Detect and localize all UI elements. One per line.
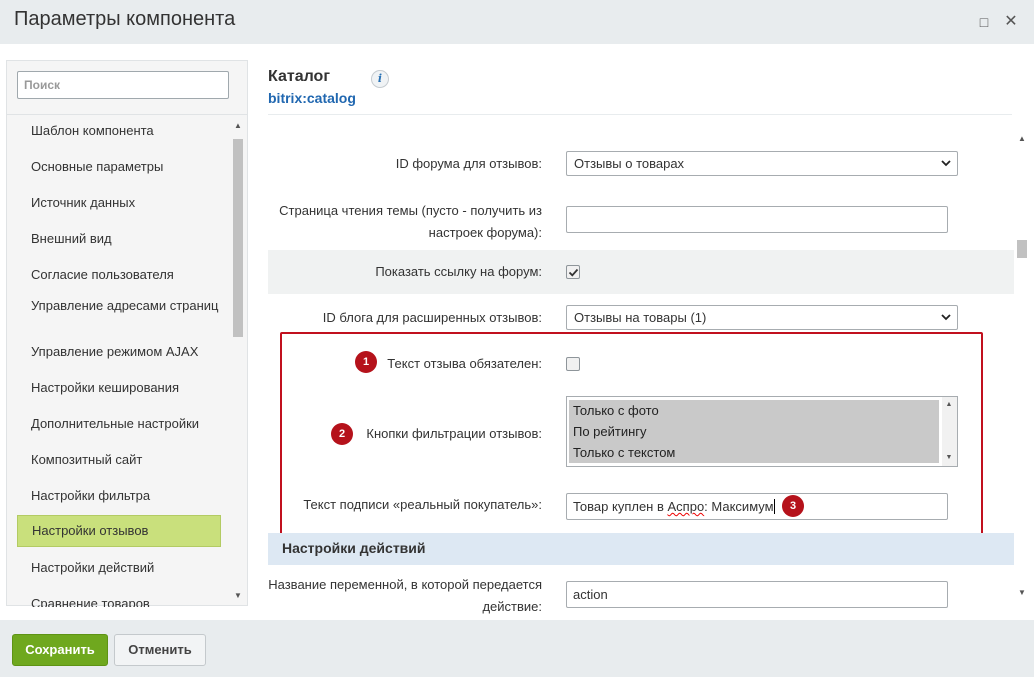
buyer-caption-prefix: Товар куплен в <box>573 499 668 514</box>
sidebar-item-cache[interactable]: Настройки кеширования <box>17 380 221 396</box>
dialog-content: Шаблон компонента Основные параметры Ист… <box>0 44 1034 620</box>
section-actions-header: Настройки действий <box>268 533 1014 565</box>
sidebar-scrollbar[interactable]: ▲ ▼ <box>231 117 245 605</box>
close-icon[interactable]: ✕ <box>1003 14 1019 30</box>
filter-option-rating[interactable]: По рейтингу <box>569 421 939 442</box>
component-title: Каталог <box>268 68 330 85</box>
buyer-caption-brand: Аспро <box>667 499 705 514</box>
listbox-scrollbar[interactable]: ▲ ▼ <box>942 397 957 466</box>
sidebar-list: Шаблон компонента Основные параметры Ист… <box>7 115 233 607</box>
section-actions-title: Настройки действий <box>282 540 426 556</box>
chevron-down-icon <box>941 160 951 167</box>
buyer-caption-label: Текст подписи «реальный покупатель»: <box>303 497 542 512</box>
blog-id-select[interactable]: Отзывы на товары (1) <box>566 305 958 330</box>
scroll-down-icon[interactable]: ▼ <box>942 451 956 465</box>
sidebar-item-actions[interactable]: Настройки действий <box>17 560 221 576</box>
sidebar-item-user-consent[interactable]: Согласие пользователя <box>17 267 221 283</box>
cancel-button[interactable]: Отменить <box>114 634 206 666</box>
sidebar-item-basic[interactable]: Основные параметры <box>17 159 221 175</box>
review-text-required-label: Текст отзыва обязателен: <box>387 356 542 371</box>
scroll-up-icon[interactable]: ▲ <box>942 398 956 412</box>
filter-option-photo[interactable]: Только с фото <box>569 400 939 421</box>
show-forum-link-label: Показать ссылку на форум: <box>375 264 542 279</box>
scroll-up-icon[interactable]: ▲ <box>1015 132 1029 146</box>
sidebar: Шаблон компонента Основные параметры Ист… <box>6 60 248 607</box>
annotation-badge-3: 3 <box>782 495 804 517</box>
forum-id-select[interactable]: Отзывы о товарах <box>566 151 958 176</box>
sidebar-item-compare[interactable]: Сравнение товаров <box>17 596 221 607</box>
scroll-down-icon[interactable]: ▼ <box>1015 586 1029 600</box>
sidebar-item-template[interactable]: Шаблон компонента <box>17 123 221 139</box>
show-forum-link-checkbox[interactable] <box>566 265 580 279</box>
sidebar-item-appearance[interactable]: Внешний вид <box>17 231 221 247</box>
buyer-caption-suffix: : Максимум <box>704 499 774 514</box>
forum-id-label: ID форума для отзывов: <box>395 156 542 171</box>
annotation-badge-2: 2 <box>331 423 353 445</box>
sidebar-item-additional[interactable]: Дополнительные настройки <box>17 416 221 432</box>
scroll-up-icon[interactable]: ▲ <box>231 119 245 133</box>
search-input[interactable] <box>17 71 229 99</box>
buyer-caption-input[interactable]: Товар куплен в Аспро: Максимум <box>566 493 948 520</box>
sidebar-item-url-management[interactable]: Управление адресами страниц <box>17 298 221 314</box>
info-icon[interactable]: i <box>371 70 389 88</box>
scroll-down-icon[interactable]: ▼ <box>231 589 245 603</box>
dialog-footer: Сохранить Отменить <box>0 620 1034 677</box>
sidebar-item-composite[interactable]: Композитный сайт <box>17 452 221 468</box>
blog-id-value: Отзывы на товары (1) <box>574 310 707 325</box>
topic-page-label: Страница чтения темы (пусто - получить и… <box>279 203 542 240</box>
action-variable-label: Название переменной, в которой передаетс… <box>268 577 542 614</box>
chevron-down-icon <box>941 314 951 321</box>
filter-buttons-listbox[interactable]: Только с фото По рейтингу Только с текст… <box>566 396 958 467</box>
sidebar-item-data-source[interactable]: Источник данных <box>17 195 221 211</box>
forum-id-value: Отзывы о товарах <box>574 156 685 171</box>
annotation-badge-1: 1 <box>355 351 377 373</box>
topic-page-input[interactable] <box>566 206 948 233</box>
header-divider <box>268 114 1012 115</box>
blog-id-label: ID блога для расширенных отзывов: <box>322 310 542 325</box>
review-text-required-checkbox[interactable] <box>566 357 580 371</box>
window-title: Параметры компонента <box>14 8 236 30</box>
window-titlebar: Параметры компонента □ ✕ <box>0 0 1034 44</box>
filter-option-text[interactable]: Только с текстом <box>569 442 939 463</box>
save-button[interactable]: Сохранить <box>12 634 108 666</box>
text-caret <box>773 499 775 514</box>
action-variable-input[interactable]: action <box>566 581 948 608</box>
sidebar-scroll-thumb[interactable] <box>233 139 243 337</box>
main-scroll-thumb[interactable] <box>1017 240 1027 258</box>
maximize-icon[interactable]: □ <box>976 14 992 30</box>
sidebar-item-reviews[interactable]: Настройки отзывов <box>17 515 221 547</box>
sidebar-item-filter[interactable]: Настройки фильтра <box>17 488 221 504</box>
component-code: bitrix:catalog <box>268 90 356 106</box>
sidebar-item-ajax[interactable]: Управление режимом AJAX <box>17 344 221 360</box>
main-scrollbar[interactable]: ▲ ▼ <box>1014 130 1030 604</box>
check-icon <box>568 268 579 277</box>
filter-buttons-label: Кнопки фильтрации отзывов: <box>366 426 542 441</box>
